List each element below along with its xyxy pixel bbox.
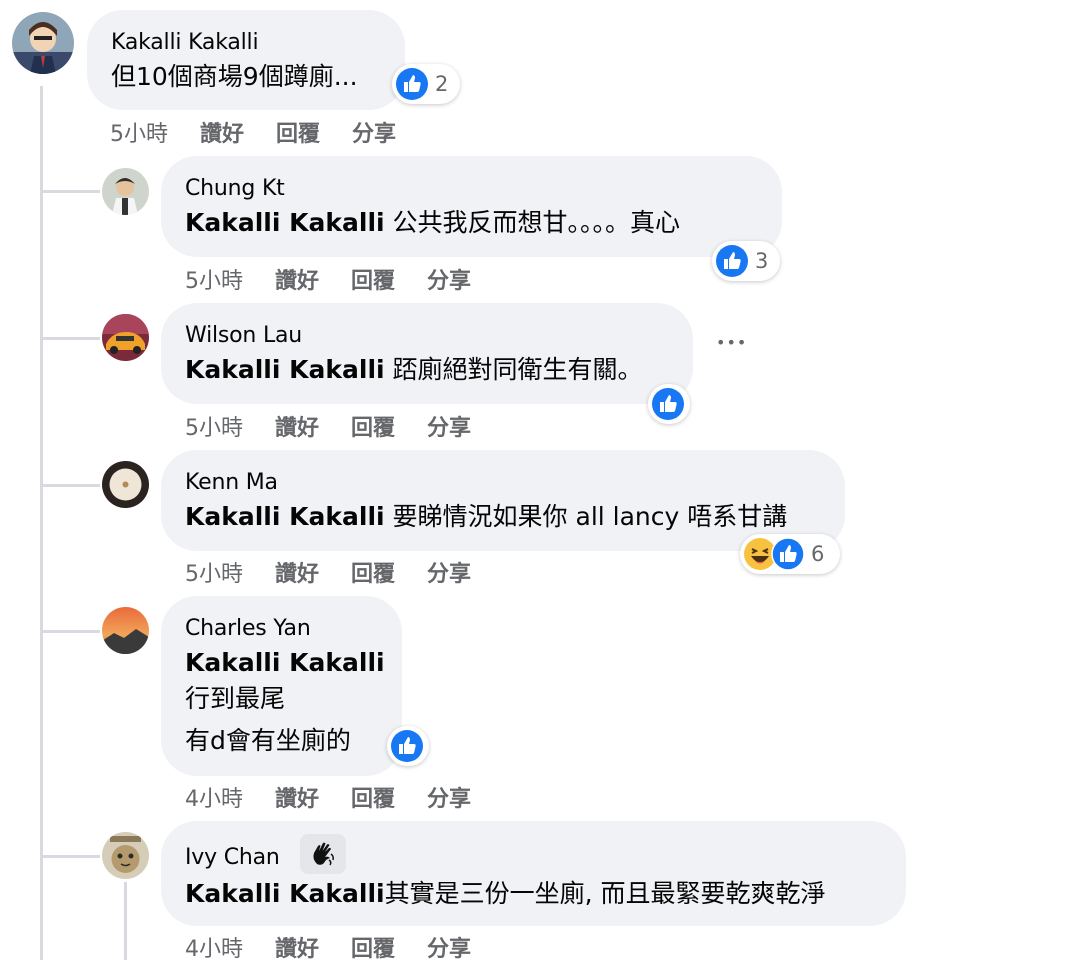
mention-link[interactable]: Kakalli Kakalli xyxy=(185,502,385,531)
like-button[interactable]: 讚好 xyxy=(200,116,244,148)
reply-button[interactable]: 回覆 xyxy=(351,931,395,963)
share-button[interactable]: 分享 xyxy=(427,263,471,295)
like-icon xyxy=(391,730,423,762)
reaction-summary[interactable] xyxy=(387,726,429,766)
like-button[interactable]: 讚好 xyxy=(275,781,319,813)
comment-author[interactable]: Wilson Lau xyxy=(185,323,669,349)
like-button[interactable]: 讚好 xyxy=(275,931,319,963)
comment-bubble: Kakalli Kakalli 但10個商場9個蹲廁... xyxy=(87,10,405,110)
share-button[interactable]: 分享 xyxy=(427,931,471,963)
comment-actions: 5小時 讚好 回覆 分享 xyxy=(110,116,428,148)
comment-bubble: Wilson Lau Kakalli Kakalli 踎廁絕對同衛生有關。 xyxy=(161,303,693,404)
avatar[interactable] xyxy=(102,168,149,215)
comment-timestamp[interactable]: 5小時 xyxy=(185,556,243,588)
reaction-count: 2 xyxy=(435,72,449,96)
reply-button[interactable]: 回覆 xyxy=(351,410,395,442)
comment-text-body: 其實是三份一坐廁, 而且最緊要乾爽乾淨 xyxy=(384,879,826,908)
comment-author[interactable]: Chung Kt xyxy=(185,176,758,202)
reply-button[interactable]: 回覆 xyxy=(351,556,395,588)
like-icon xyxy=(771,537,805,571)
waving-hand-icon xyxy=(313,842,334,866)
comment-bubble: Chung Kt Kakalli Kakalli 公共我反而想甘。。。。真心 xyxy=(161,156,782,257)
comment-text: 但10個商場9個蹲廁... xyxy=(111,62,358,91)
reaction-count: 6 xyxy=(811,542,825,566)
reaction-count: 3 xyxy=(755,249,769,273)
comment-bubble: Kenn Ma Kakalli Kakalli 要睇情況如果你 all lanc… xyxy=(161,450,845,551)
thread-line-branch xyxy=(40,630,100,633)
reply-button[interactable]: 回覆 xyxy=(276,116,320,148)
share-button[interactable]: 分享 xyxy=(427,410,471,442)
mention-link[interactable]: Kakalli Kakalli xyxy=(185,208,385,237)
comment-text-body: 公共我反而想甘。。。。真心 xyxy=(384,208,681,237)
comment-text: 有d會有坐廁的 xyxy=(185,726,351,755)
comment-bubble: Charles Yan Kakalli Kakalli 行到最尾 有d會有坐廁的 xyxy=(161,596,402,776)
reply-button[interactable]: 回覆 xyxy=(351,263,395,295)
comment-author[interactable]: Charles Yan xyxy=(185,616,378,642)
reply-button[interactable]: 回覆 xyxy=(351,781,395,813)
thread-line-sub xyxy=(124,882,127,960)
like-icon xyxy=(652,388,684,420)
like-icon xyxy=(396,68,428,100)
share-button[interactable]: 分享 xyxy=(427,556,471,588)
reaction-summary[interactable]: 2 xyxy=(392,64,460,104)
comment-timestamp[interactable]: 4小時 xyxy=(185,781,243,813)
mention-link[interactable]: Kakalli Kakalli xyxy=(185,879,385,908)
reaction-summary[interactable]: 3 xyxy=(712,241,780,281)
reaction-summary[interactable]: 6 xyxy=(740,534,840,574)
comment-author[interactable]: Kenn Ma xyxy=(185,470,821,496)
avatar[interactable] xyxy=(102,607,149,654)
avatar[interactable] xyxy=(12,12,74,74)
thread-line-branch xyxy=(40,484,100,487)
avatar[interactable] xyxy=(102,461,149,508)
like-button[interactable]: 讚好 xyxy=(275,556,319,588)
comment-actions: 5小時 讚好 回覆 分享 xyxy=(185,410,503,442)
comment-text: 行到最尾 xyxy=(185,684,286,713)
comment-text: Kakalli Kakalli 要睇情況如果你 all lancy 唔系甘講 xyxy=(185,500,821,534)
avatar[interactable] xyxy=(102,314,149,361)
comment-timestamp[interactable]: 5小時 xyxy=(110,116,168,148)
comment-text-body: 踎廁絕對同衛生有關。 xyxy=(384,355,643,384)
reaction-summary[interactable] xyxy=(648,384,690,424)
like-button[interactable]: 讚好 xyxy=(275,263,319,295)
share-button[interactable]: 分享 xyxy=(352,116,396,148)
comment-timestamp[interactable]: 5小時 xyxy=(185,410,243,442)
comment-author[interactable]: Ivy Chan xyxy=(185,845,882,871)
comment-text-body: 要睇情況如果你 all lancy 唔系甘講 xyxy=(384,502,788,531)
fan-badge[interactable] xyxy=(300,834,346,874)
comment-actions: 4小時 讚好 回覆 分享 xyxy=(185,931,503,963)
comment-text: Kakalli Kakalli 踎廁絕對同衛生有關。 xyxy=(185,353,669,387)
thread-line-branch xyxy=(40,190,100,193)
avatar[interactable] xyxy=(102,832,149,879)
like-icon xyxy=(716,245,748,277)
thread-line-branch xyxy=(40,855,100,858)
mention-link[interactable]: Kakalli Kakalli xyxy=(185,646,385,680)
comment-actions: 4小時 讚好 回覆 分享 xyxy=(185,781,503,813)
comment-actions: 5小時 讚好 回覆 分享 xyxy=(185,263,503,295)
mention-link[interactable]: Kakalli Kakalli xyxy=(185,355,385,384)
comment-author[interactable]: Kakalli Kakalli xyxy=(111,30,381,56)
comment-timestamp[interactable]: 5小時 xyxy=(185,263,243,295)
comment-text: Kakalli Kakalli 公共我反而想甘。。。。真心 xyxy=(185,206,758,240)
like-button[interactable]: 讚好 xyxy=(275,410,319,442)
comment-bubble: Ivy Chan Kakalli Kakalli其實是三份一坐廁, 而且最緊要乾… xyxy=(161,821,906,926)
comment-actions: 5小時 讚好 回覆 分享 xyxy=(185,556,503,588)
more-options-button[interactable]: ••• xyxy=(716,333,747,352)
comment-timestamp[interactable]: 4小時 xyxy=(185,931,243,963)
share-button[interactable]: 分享 xyxy=(427,781,471,813)
thread-line-main xyxy=(40,86,43,960)
comment-text: Kakalli Kakalli其實是三份一坐廁, 而且最緊要乾爽乾淨 xyxy=(185,877,882,911)
thread-line-branch xyxy=(40,337,100,340)
